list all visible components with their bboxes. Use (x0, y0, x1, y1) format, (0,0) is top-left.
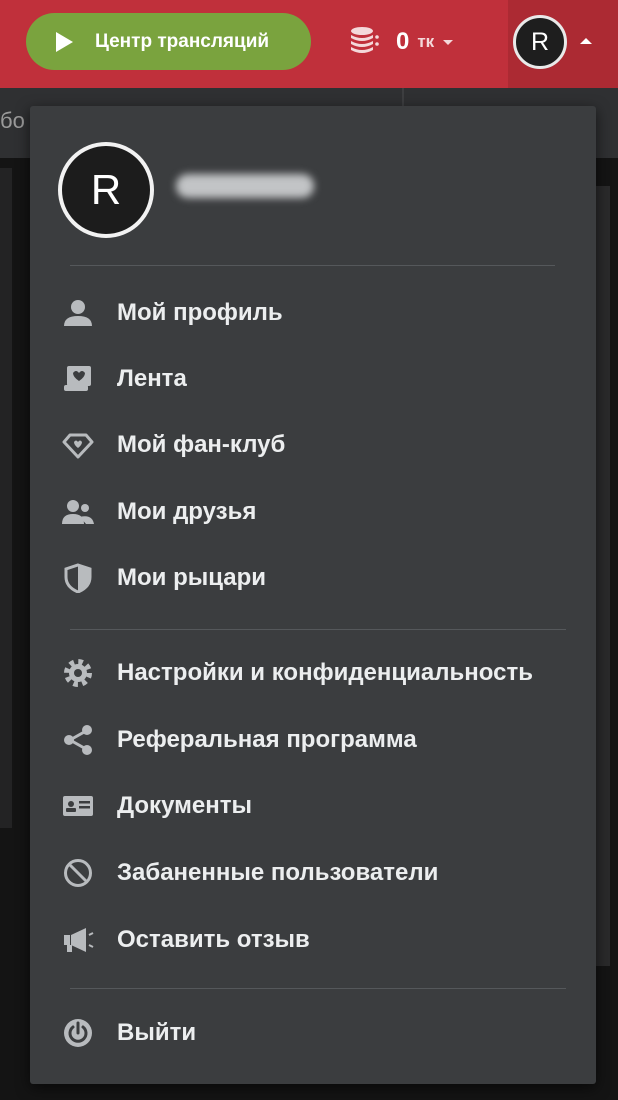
menu-item-label: Лента (117, 365, 187, 392)
menu-item-knights[interactable]: Мои рыцари (60, 556, 266, 600)
id-card-icon (60, 788, 96, 824)
menu-item-referral[interactable]: Реферальная программа (60, 718, 417, 762)
menu-item-feed[interactable]: Лента (60, 357, 187, 401)
menu-item-label: Оставить отзыв (117, 926, 310, 953)
friends-icon (60, 494, 96, 530)
share-icon (60, 722, 96, 758)
menu-item-label: Мой профиль (117, 299, 283, 326)
menu-item-label: Мой фан-клуб (117, 431, 286, 458)
background-panel-left (0, 168, 12, 828)
coins-balance[interactable]: 0 тк (348, 22, 454, 62)
power-icon (60, 1015, 96, 1051)
menu-item-fan-club[interactable]: Мой фан-клуб (60, 423, 285, 467)
menu-item-banned-users[interactable]: Забаненные пользователи (60, 851, 438, 895)
chevron-down-icon (443, 39, 454, 45)
menu-item-documents[interactable]: Документы (60, 784, 252, 828)
menu-item-label: Забаненные пользователи (117, 859, 439, 886)
gear-icon (60, 655, 96, 691)
coins-value: 0 (396, 28, 410, 55)
shield-icon (60, 560, 96, 596)
menu-item-label: Выйти (117, 1019, 197, 1046)
chevron-up-icon[interactable] (580, 38, 592, 44)
user-icon (60, 295, 96, 331)
menu-item-label: Реферальная программа (117, 726, 417, 753)
menu-item-friends[interactable]: Мои друзья (60, 490, 256, 534)
megaphone-icon (60, 922, 96, 958)
menu-item-label: Документы (117, 792, 252, 819)
broadcast-center-label: Центр трансляций (95, 30, 270, 52)
menu-item-label: Мои рыцари (117, 564, 267, 591)
play-icon (56, 31, 73, 52)
menu-divider (70, 265, 555, 266)
menu-username-blurred (176, 174, 314, 198)
menu-item-label: Мои друзья (117, 498, 257, 525)
broadcast-center-button[interactable]: Центр трансляций (26, 13, 311, 70)
menu-item-logout[interactable]: Выйти (60, 1011, 196, 1055)
user-dropdown-menu: R Мой профиль Лента Мой фан-клуб Мои дру… (30, 106, 596, 1084)
menu-item-feedback[interactable]: Оставить отзыв (60, 918, 310, 962)
background-panel-right (596, 186, 610, 966)
user-avatar[interactable]: R (513, 15, 567, 69)
menu-divider (70, 988, 566, 989)
diamond-heart-icon (60, 427, 96, 463)
feed-icon (60, 361, 96, 397)
menu-item-my-profile[interactable]: Мой профиль (60, 291, 283, 335)
coins-stack-icon (348, 25, 382, 60)
menu-item-label: Настройки и конфиденциальность (117, 659, 533, 686)
menu-avatar[interactable]: R (58, 142, 154, 238)
menu-item-settings[interactable]: Настройки и конфиденциальность (60, 651, 533, 695)
ban-icon (60, 855, 96, 891)
sub-navigation-text: бо (0, 108, 25, 133)
coins-unit: тк (417, 32, 435, 51)
menu-divider (70, 629, 566, 630)
